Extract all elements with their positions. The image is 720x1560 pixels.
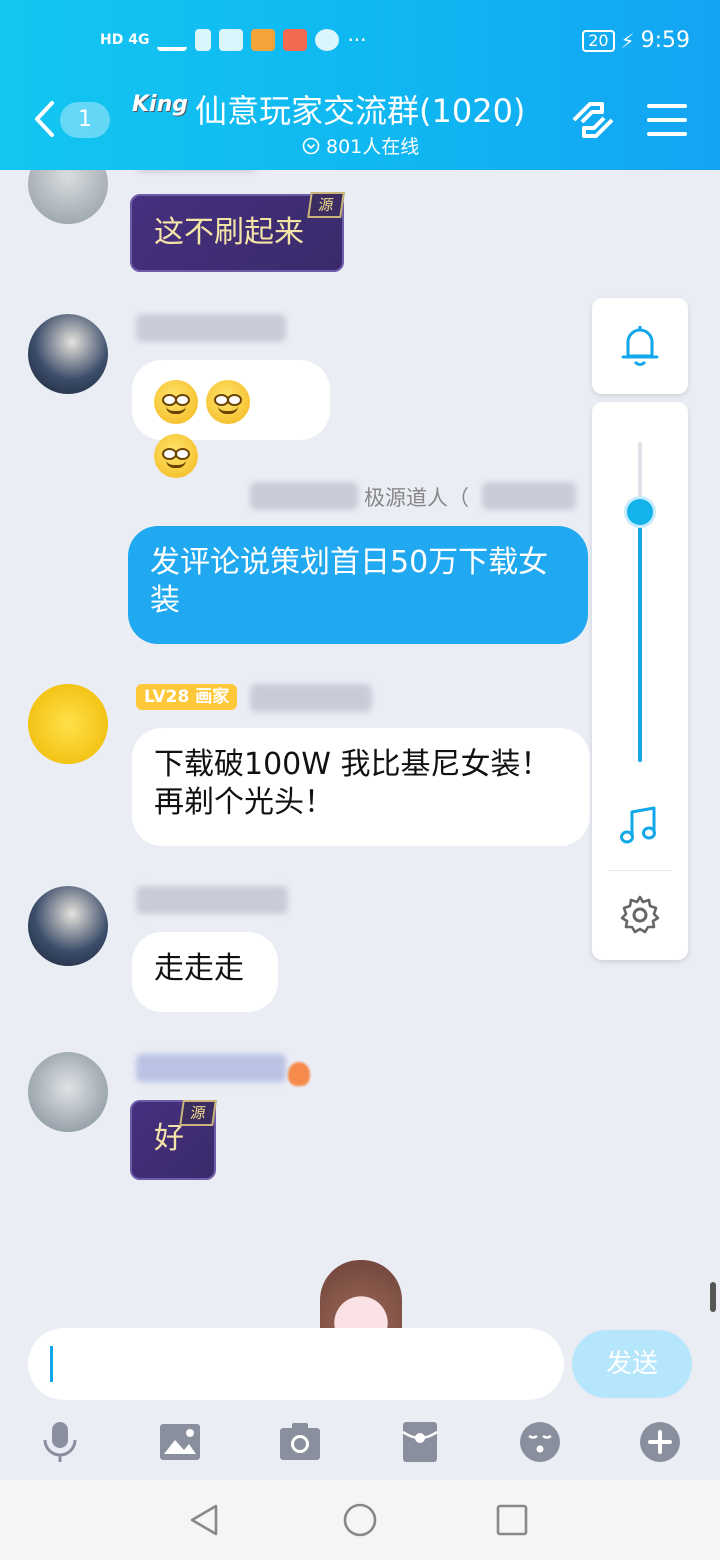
smile-emoji-icon bbox=[154, 380, 198, 424]
signal-icon bbox=[157, 29, 188, 51]
hourglass-icon bbox=[195, 29, 212, 51]
avatar[interactable] bbox=[28, 684, 108, 764]
notification-button[interactable] bbox=[592, 298, 688, 394]
source-tag: 源 bbox=[179, 1100, 217, 1126]
sender-nickname bbox=[482, 482, 576, 510]
image-icon[interactable] bbox=[158, 1420, 202, 1464]
level-badge: LV28 画家 bbox=[136, 684, 238, 710]
system-nav-bar bbox=[0, 1480, 720, 1560]
app-notification-icon bbox=[251, 29, 276, 51]
input-toolbar bbox=[0, 1414, 720, 1474]
sender-nickname bbox=[136, 886, 288, 914]
fire-icon bbox=[288, 1062, 310, 1086]
king-logo: King bbox=[132, 92, 188, 117]
camera-icon[interactable] bbox=[278, 1420, 322, 1464]
plus-icon[interactable] bbox=[638, 1420, 682, 1464]
sender-nickname bbox=[250, 482, 358, 510]
avatar[interactable] bbox=[28, 886, 108, 966]
avatar[interactable] bbox=[28, 314, 108, 394]
nav-back-icon[interactable] bbox=[186, 1502, 222, 1538]
battery-level: 20 bbox=[582, 29, 615, 52]
charging-icon: ⚡ bbox=[620, 28, 635, 53]
red-packet-icon[interactable] bbox=[398, 1420, 442, 1464]
message-bubble[interactable] bbox=[132, 360, 330, 478]
mascot-character bbox=[320, 1260, 402, 1328]
divider bbox=[608, 870, 672, 871]
sender-name: 极源道人（ bbox=[364, 486, 469, 510]
message-bubble[interactable]: 走走走 bbox=[132, 932, 278, 1012]
back-icon[interactable] bbox=[32, 100, 56, 138]
message-bubble-self[interactable]: 发评论说策划首日50万下载女装 bbox=[128, 526, 588, 644]
app-notification-icon bbox=[219, 29, 244, 51]
bell-icon bbox=[621, 326, 659, 366]
nav-recents-icon[interactable] bbox=[494, 1502, 530, 1538]
sender-nickname bbox=[136, 314, 286, 342]
gear-icon[interactable] bbox=[619, 894, 661, 936]
sender-nickname bbox=[250, 684, 372, 712]
message-bubble[interactable]: 下载破100W 我比基尼女装！再剃个光头！ bbox=[132, 728, 590, 846]
transfer-icon[interactable] bbox=[568, 98, 618, 142]
chat-header: HD 4G ··· 20 ⚡ 9:59 1 King 仙意玩家交流群(1020)… bbox=[0, 0, 720, 170]
chevron-down-icon bbox=[302, 137, 320, 154]
avatar[interactable] bbox=[28, 170, 108, 224]
volume-slider-track[interactable] bbox=[638, 442, 642, 762]
app-notification-icon bbox=[283, 29, 308, 51]
source-tag: 源 bbox=[307, 192, 345, 218]
more-notifications-icon: ··· bbox=[347, 28, 367, 52]
music-note-icon[interactable] bbox=[620, 806, 660, 846]
volume-slider-fill bbox=[638, 512, 642, 762]
emoji-icon[interactable] bbox=[518, 1420, 562, 1464]
chat-scrollbar[interactable] bbox=[710, 1282, 716, 1312]
message-icon bbox=[315, 29, 340, 51]
sender-nickname bbox=[136, 170, 256, 172]
send-button[interactable]: 发送 bbox=[572, 1330, 692, 1398]
volume-panel bbox=[592, 402, 688, 960]
input-bar: 发送 bbox=[0, 1328, 720, 1480]
avatar[interactable] bbox=[28, 1052, 108, 1132]
microphone-icon[interactable] bbox=[38, 1420, 82, 1464]
menu-icon[interactable] bbox=[642, 98, 692, 142]
message-input[interactable] bbox=[28, 1328, 564, 1400]
nav-home-icon[interactable] bbox=[342, 1502, 378, 1538]
volume-slider-thumb[interactable] bbox=[624, 496, 656, 529]
group-title[interactable]: 仙意玩家交流群(1020) bbox=[195, 86, 525, 132]
smile-emoji-icon bbox=[154, 434, 198, 478]
sender-nickname bbox=[136, 1054, 286, 1082]
text-caret bbox=[50, 1346, 53, 1382]
status-network: HD 4G bbox=[100, 32, 150, 48]
clock: 9:59 bbox=[640, 28, 690, 53]
online-count[interactable]: 801人在线 bbox=[302, 132, 419, 159]
smile-emoji-icon bbox=[206, 380, 250, 424]
unread-count-badge[interactable]: 1 bbox=[60, 102, 110, 138]
status-bar: HD 4G ··· 20 ⚡ 9:59 bbox=[100, 28, 690, 58]
